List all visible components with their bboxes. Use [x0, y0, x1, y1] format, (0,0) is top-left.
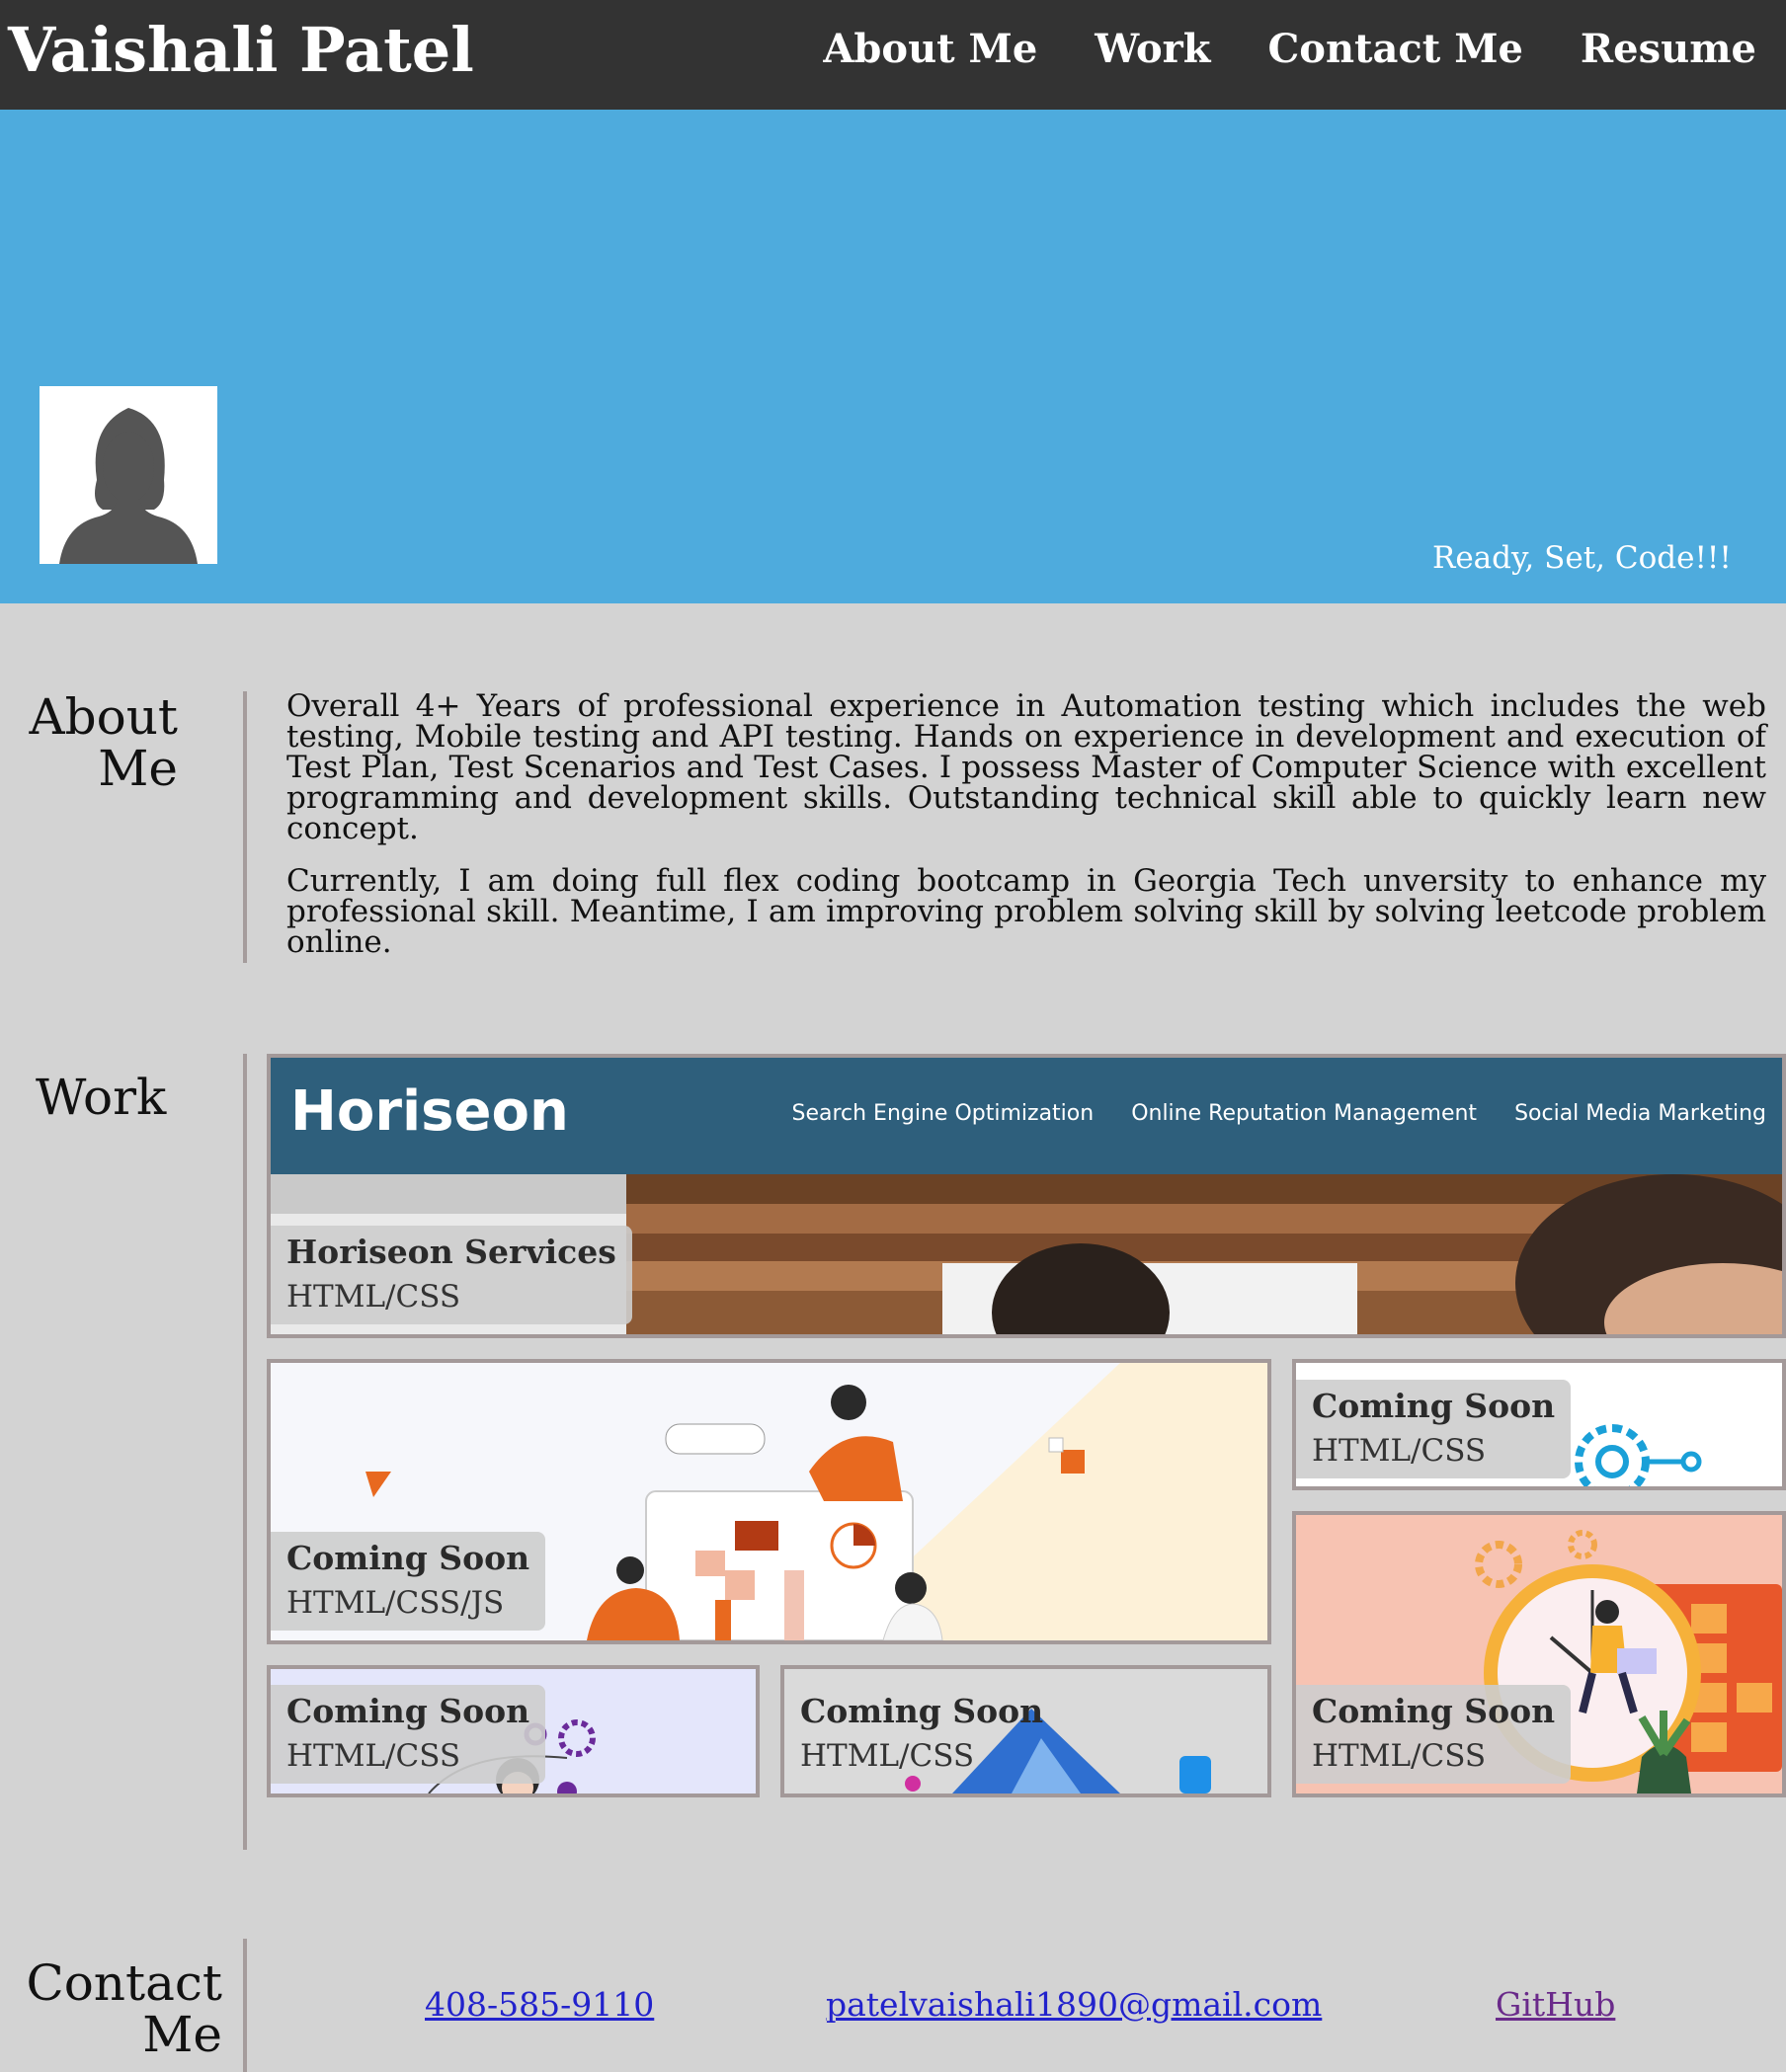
project-tech: HTML/CSS — [286, 1279, 461, 1315]
project-title: Coming Soon — [1312, 1387, 1556, 1425]
project-card-5[interactable]: Coming Soon HTML/CSS — [780, 1665, 1271, 1797]
contact-email-link[interactable]: patelvaishali1890@gmail.com — [826, 1985, 1322, 2024]
project-card-1[interactable]: Coming Soon HTML/CSS/JS — [267, 1359, 1271, 1644]
project-label: Coming Soon HTML/CSS/JS — [271, 1532, 546, 1631]
project-tech: HTML/CSS — [800, 1738, 975, 1774]
gear-icon — [1575, 1424, 1702, 1486]
project-title: Coming Soon — [286, 1539, 530, 1577]
contact-phone-link[interactable]: 408-585-9110 — [425, 1985, 654, 2024]
project-tech: HTML/CSS — [1312, 1738, 1487, 1774]
hero-tagline: Ready, Set, Code!!! — [1432, 540, 1732, 576]
contact-title-line2: Me — [142, 2006, 222, 2063]
project-card-horiseon[interactable]: Horiseon Search Engine Optimization Onli… — [267, 1054, 1786, 1338]
project-title: Coming Soon — [286, 1692, 530, 1730]
project-card-4[interactable]: Coming Soon HTML/CSS — [267, 1665, 760, 1797]
work-divider — [243, 1054, 247, 1850]
about-divider — [243, 691, 247, 963]
contact-divider — [243, 1939, 247, 2072]
horiseon-nav-item: Social Media Marketing — [1514, 1101, 1766, 1126]
nav-contact-me[interactable]: Contact Me — [1267, 26, 1522, 72]
main-nav: About Me Work Contact Me Resume — [823, 26, 1756, 72]
project-card-2[interactable]: Coming Soon HTML/CSS — [1292, 1359, 1786, 1490]
nav-resume[interactable]: Resume — [1581, 26, 1756, 72]
project-label: Coming Soon HTML/CSS — [1296, 1685, 1572, 1784]
about-paragraph: Overall 4+ Years of professional experie… — [286, 688, 1766, 846]
nav-about-me[interactable]: About Me — [823, 26, 1037, 72]
project-label: Horiseon Services HTML/CSS — [271, 1226, 632, 1324]
project-tech: HTML/CSS — [1312, 1433, 1487, 1469]
project-label: Coming Soon HTML/CSS — [1296, 1380, 1572, 1478]
horiseon-nav: Search Engine Optimization Online Reputa… — [791, 1101, 1766, 1126]
site-title: Vaishali Patel — [8, 14, 474, 86]
contact-section-title: Contact Me — [20, 1957, 222, 2060]
project-title: Coming Soon — [800, 1692, 1044, 1730]
project-label: Coming Soon HTML/CSS — [784, 1685, 1059, 1784]
user-silhouette-icon — [40, 386, 217, 564]
project-tech: HTML/CSS — [286, 1738, 461, 1774]
site-header: Vaishali Patel About Me Work Contact Me … — [0, 0, 1786, 110]
about-title-line2: Me — [98, 740, 178, 797]
work-section-title: Work — [36, 1069, 167, 1126]
horiseon-nav-item: Online Reputation Management — [1131, 1101, 1478, 1126]
contact-title-line1: Contact — [26, 1954, 222, 2012]
contact-github-link[interactable]: GitHub — [1496, 1985, 1615, 2024]
about-title-line1: About — [29, 688, 178, 746]
about-section-title: About Me — [20, 691, 178, 794]
horiseon-nav-item: Search Engine Optimization — [791, 1101, 1095, 1126]
about-text: Overall 4+ Years of professional experie… — [286, 691, 1766, 980]
hero-banner: Ready, Set, Code!!! — [0, 110, 1786, 603]
project-title: Coming Soon — [1312, 1692, 1556, 1730]
nav-work[interactable]: Work — [1095, 26, 1210, 72]
project-card-3[interactable]: Coming Soon HTML/CSS — [1292, 1511, 1786, 1797]
about-paragraph: Currently, I am doing full flex coding b… — [286, 863, 1766, 960]
horiseon-logo: Horiseon — [290, 1079, 569, 1144]
project-label: Coming Soon HTML/CSS — [271, 1685, 546, 1784]
horiseon-header-bar: Horiseon Search Engine Optimization Onli… — [271, 1058, 1782, 1174]
project-tech: HTML/CSS/JS — [286, 1585, 505, 1621]
project-title: Horiseon Services — [286, 1233, 616, 1271]
